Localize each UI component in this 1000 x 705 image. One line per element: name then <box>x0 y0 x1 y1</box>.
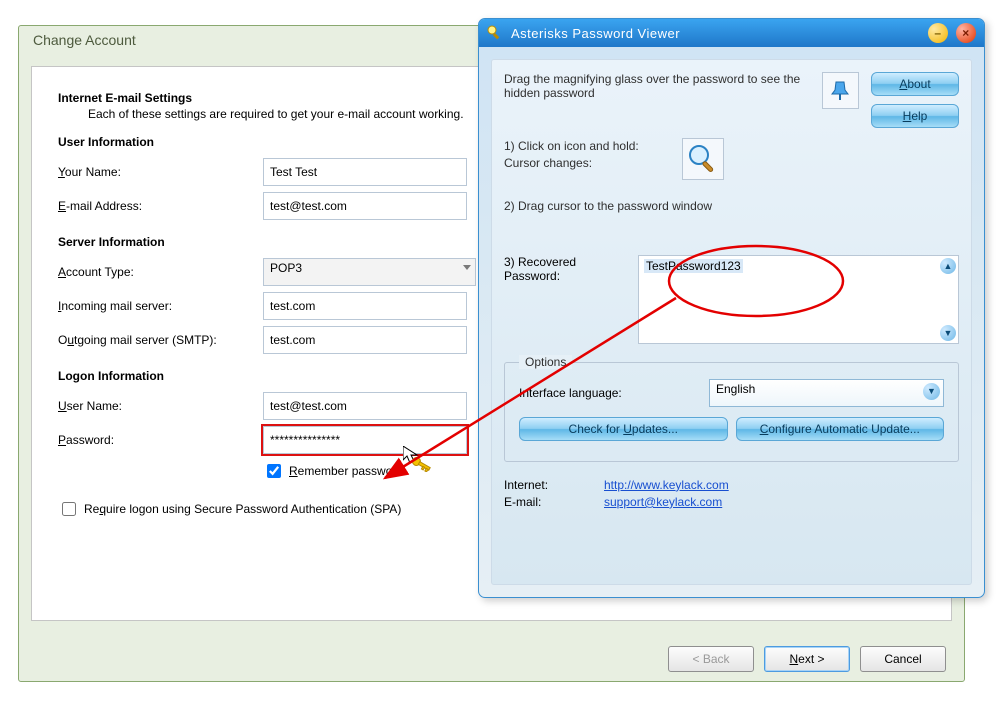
options-fieldset: Options Interface language: English ▼ Ch… <box>504 362 959 462</box>
remember-password-label: Remember password <box>289 464 403 478</box>
password-viewer-window: Asterisks Password Viewer – × Drag the m… <box>478 18 985 598</box>
about-button[interactable]: About <box>871 72 959 96</box>
account-type-label: Account Type: <box>58 265 263 279</box>
account-type-value: POP3 <box>270 261 302 275</box>
step2-label: 2) Drag cursor to the password window <box>504 198 959 215</box>
password-viewer-title: Asterisks Password Viewer <box>511 26 680 41</box>
recovered-label: 3) Recovered Password: <box>504 255 624 344</box>
app-icon <box>487 25 503 41</box>
your-name-input[interactable] <box>263 158 467 186</box>
incoming-input[interactable] <box>263 292 467 320</box>
spa-label: Require logon using Secure Password Auth… <box>84 502 401 516</box>
email-label: E-mail Address: <box>58 199 263 213</box>
wizard-footer: < Back Next > Cancel <box>19 636 964 681</box>
pin-box[interactable] <box>822 72 859 109</box>
scroll-up-button[interactable]: ▲ <box>940 258 956 274</box>
password-viewer-body: Drag the magnifying glass over the passw… <box>491 59 972 585</box>
password-viewer-titlebar[interactable]: Asterisks Password Viewer – × <box>479 19 984 47</box>
pin-icon <box>830 80 852 102</box>
recovered-password-box[interactable]: TestPassword123 ▲ ▼ <box>638 255 959 344</box>
top-instruction: Drag the magnifying glass over the passw… <box>504 72 810 128</box>
options-legend: Options <box>519 355 572 369</box>
email-input[interactable] <box>263 192 467 220</box>
internet-label: Internet: <box>504 478 594 492</box>
chevron-down-icon: ▼ <box>923 383 940 400</box>
incoming-label: Incoming mail server: <box>58 299 263 313</box>
step1-label-b: Cursor changes: <box>504 156 592 170</box>
recovered-password-value: TestPassword123 <box>644 259 743 273</box>
user-name-input[interactable] <box>263 392 467 420</box>
step1-label-a: 1) Click on icon and hold: <box>504 139 639 153</box>
magnifier-icon <box>686 142 720 176</box>
check-updates-button[interactable]: Check for Updates... <box>519 417 728 441</box>
language-value: English <box>716 382 755 396</box>
chevron-down-icon <box>463 265 471 270</box>
minimize-button[interactable]: – <box>928 23 948 43</box>
account-type-select[interactable]: POP3 <box>263 258 476 286</box>
your-name-label: Your Name: <box>58 165 263 179</box>
remember-password-checkbox[interactable] <box>267 464 281 478</box>
language-combo[interactable]: English ▼ <box>709 379 944 407</box>
scroll-down-button[interactable]: ▼ <box>940 325 956 341</box>
language-label: Interface language: <box>519 386 699 400</box>
internet-link[interactable]: http://www.keylack.com <box>604 478 729 492</box>
close-button[interactable]: × <box>956 23 976 43</box>
magnifier-dragsource[interactable] <box>682 138 724 180</box>
password-input[interactable] <box>263 426 467 454</box>
outgoing-label: Outgoing mail server (SMTP): <box>58 333 263 347</box>
outgoing-input[interactable] <box>263 326 467 354</box>
configure-updates-button[interactable]: Configure Automatic Update... <box>736 417 945 441</box>
cancel-button[interactable]: Cancel <box>860 646 946 672</box>
spa-checkbox[interactable] <box>62 502 76 516</box>
email-label: E-mail: <box>504 495 594 509</box>
next-button[interactable]: Next > <box>764 646 850 672</box>
help-button[interactable]: Help <box>871 104 959 128</box>
user-name-label: User Name: <box>58 399 263 413</box>
password-label: Password: <box>58 433 263 447</box>
email-link[interactable]: support@keylack.com <box>604 495 722 509</box>
back-button[interactable]: < Back <box>668 646 754 672</box>
